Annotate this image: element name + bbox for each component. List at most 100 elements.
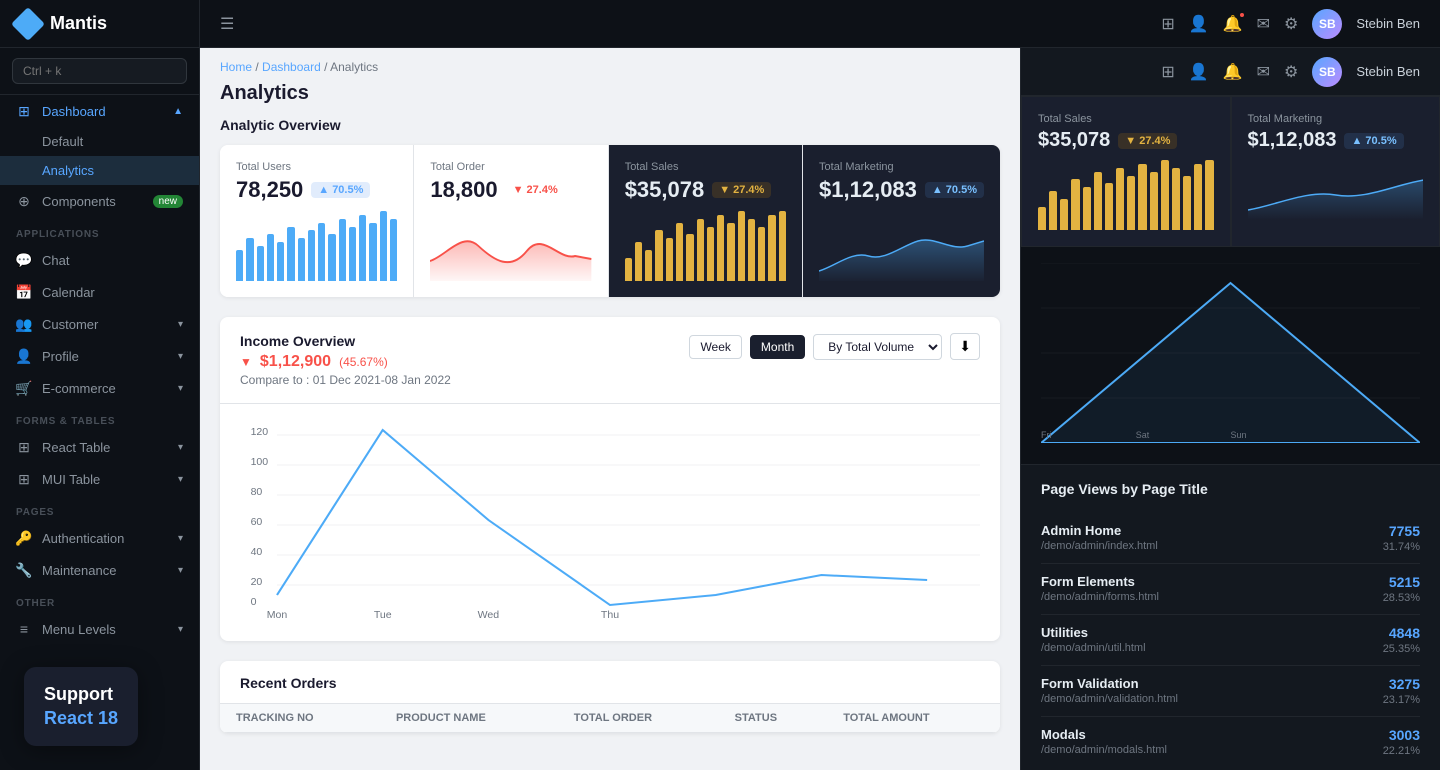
income-line-chart: 120 100 80 60 40 20 0 <box>240 420 980 620</box>
rp-chart-marketing <box>1248 160 1424 225</box>
app-logo[interactable]: Mantis <box>0 0 199 48</box>
pv-info-4: Modals /demo/admin/modals.html <box>1041 727 1167 756</box>
rp-bell-icon[interactable]: 🔔 <box>1223 62 1243 82</box>
sidebar-label-calendar: Calendar <box>42 285 95 300</box>
sidebar-item-authentication[interactable]: 🔑 Authentication ▾ <box>0 522 199 554</box>
download-btn[interactable]: ⬇ <box>950 333 980 360</box>
orders-title: Recent Orders <box>220 661 1000 704</box>
auth-icon: 🔑 <box>16 530 32 546</box>
breadcrumb: Home / Dashboard / Analytics <box>200 48 1020 78</box>
stat-chart-sales <box>625 211 786 281</box>
svg-text:Wed: Wed <box>478 610 500 620</box>
sidebar-item-chat[interactable]: 💬 Chat <box>0 244 199 276</box>
pv-count-3: 3275 <box>1383 676 1420 692</box>
section-label-forms: Forms & Tables <box>0 404 199 431</box>
main-area: ☰ ⊞ 👤 🔔 ✉ ⚙ SB Stebin Ben Home / Dashboa… <box>200 0 1440 770</box>
sidebar-item-calendar[interactable]: 📅 Calendar <box>0 276 199 308</box>
pv-title-1: Form Elements <box>1041 574 1159 589</box>
stat-value-sales: $35,078 ▼ 27.4% <box>625 177 786 203</box>
svg-text:Sun: Sun <box>1231 430 1247 440</box>
sidebar-item-ecommerce[interactable]: 🛒 E-commerce ▾ <box>0 372 199 404</box>
notification-icon[interactable]: 🔔 <box>1223 14 1243 34</box>
breadcrumb-dashboard[interactable]: Dashboard <box>262 60 321 74</box>
topbar: ☰ ⊞ 👤 🔔 ✉ ⚙ SB Stebin Ben <box>200 0 1440 48</box>
stats-row: Total Users 78,250 ▲ 70.5% Total Order 1… <box>220 145 1000 297</box>
rp-badge-sales: ▼ 27.4% <box>1118 133 1177 149</box>
sidebar-label-default: Default <box>42 134 83 149</box>
stat-value-users: 78,250 ▲ 70.5% <box>236 177 397 203</box>
rp-settings-icon[interactable]: ⚙ <box>1284 62 1298 82</box>
col-total-amount: TOTAL AMOUNT <box>827 704 1000 733</box>
dark-chart-section: Fri Sat Sun <box>1021 247 1440 465</box>
notification-badge <box>1238 11 1246 19</box>
stat-badge-users: ▲ 70.5% <box>311 182 370 198</box>
pv-pct-4: 22.21% <box>1383 745 1420 757</box>
svg-text:Thu: Thu <box>601 610 619 620</box>
stat-label-sales: Total Sales <box>625 161 786 173</box>
avatar[interactable]: SB <box>1312 9 1342 39</box>
chevron-down-icon-7: ▾ <box>178 565 183 576</box>
svg-text:100: 100 <box>251 457 269 468</box>
rp-avatar[interactable]: SB <box>1312 57 1342 87</box>
sidebar-item-profile[interactable]: 👤 Profile ▾ <box>0 340 199 372</box>
sidebar-label-components: Components <box>42 194 116 209</box>
menu-levels-icon: ≡ <box>16 621 32 637</box>
grid-icon[interactable]: ⊞ <box>1161 14 1174 34</box>
settings-icon[interactable]: ⚙ <box>1284 14 1298 34</box>
rp-mail-icon[interactable]: ✉ <box>1257 62 1270 82</box>
customer-icon: 👥 <box>16 316 32 332</box>
support-badge[interactable]: Support React 18 <box>24 667 138 746</box>
sidebar-item-dashboard[interactable]: ⊞ Dashboard ▲ <box>0 95 199 127</box>
pv-title-0: Admin Home <box>1041 523 1158 538</box>
sidebar-label-maintenance: Maintenance <box>42 563 116 578</box>
pv-pct-1: 28.53% <box>1383 592 1420 604</box>
month-btn[interactable]: Month <box>750 335 805 359</box>
stat-card-marketing: Total Marketing $1,12,083 ▲ 70.5% <box>803 145 1000 297</box>
search-input[interactable] <box>12 58 187 84</box>
rp-stat-marketing: Total Marketing $1,12,083 ▲ 70.5% <box>1231 96 1440 247</box>
svg-text:60: 60 <box>251 517 263 528</box>
user-switch-icon[interactable]: 👤 <box>1189 14 1209 34</box>
sidebar-item-analytics[interactable]: Analytics <box>0 156 199 185</box>
sidebar-label-analytics: Analytics <box>42 163 94 178</box>
sidebar-item-mui-table[interactable]: ⊞ MUI Table ▾ <box>0 463 199 495</box>
pv-stats-3: 3275 23.17% <box>1383 676 1420 706</box>
breadcrumb-home[interactable]: Home <box>220 60 252 74</box>
mail-icon[interactable]: ✉ <box>1257 14 1270 34</box>
col-total-order: TOTAL ORDER <box>558 704 719 733</box>
chevron-up-icon: ▲ <box>173 106 183 117</box>
volume-select[interactable]: By Total Volume <box>813 334 942 360</box>
chevron-down-icon-4: ▾ <box>178 442 183 453</box>
sidebar-label-chat: Chat <box>42 253 69 268</box>
rp-badge-marketing: ▲ 70.5% <box>1344 133 1403 149</box>
sidebar-item-customer[interactable]: 👥 Customer ▾ <box>0 308 199 340</box>
sidebar-item-maintenance[interactable]: 🔧 Maintenance ▾ <box>0 554 199 586</box>
support-line1: Support <box>44 683 118 706</box>
pv-info-3: Form Validation /demo/admin/validation.h… <box>1041 676 1178 705</box>
page-view-item-1: Form Elements /demo/admin/forms.html 521… <box>1041 564 1420 615</box>
sidebar-item-react-table[interactable]: ⊞ React Table ▾ <box>0 431 199 463</box>
stat-badge-orders: ▼ 27.4% <box>506 182 565 198</box>
section-label-pages: Pages <box>0 495 199 522</box>
sidebar-item-menu-levels[interactable]: ≡ Menu Levels ▾ <box>0 613 199 645</box>
rp-stat-sales: Total Sales $35,078 ▼ 27.4% <box>1021 96 1231 247</box>
mui-table-icon: ⊞ <box>16 471 32 487</box>
sidebar-item-components[interactable]: ⊕ Components new <box>0 185 199 217</box>
svg-text:Fri: Fri <box>1041 430 1051 440</box>
pv-title-3: Form Validation <box>1041 676 1178 691</box>
stat-label-orders: Total Order <box>430 161 591 173</box>
rp-user-icon[interactable]: 👤 <box>1189 62 1209 82</box>
hamburger-icon[interactable]: ☰ <box>220 14 234 34</box>
page-view-item-0: Admin Home /demo/admin/index.html 7755 3… <box>1041 513 1420 564</box>
col-status: STATUS <box>719 704 828 733</box>
stat-badge-marketing: ▲ 70.5% <box>925 182 984 198</box>
page-title: Analytics <box>200 78 1020 117</box>
week-btn[interactable]: Week <box>689 335 741 359</box>
support-line2: React 18 <box>44 707 118 730</box>
svg-text:40: 40 <box>251 547 263 558</box>
pv-count-4: 3003 <box>1383 727 1420 743</box>
income-amount: $1,12,900 <box>260 353 331 371</box>
components-icon: ⊕ <box>16 193 32 209</box>
rp-grid-icon[interactable]: ⊞ <box>1161 62 1174 82</box>
sidebar-item-default[interactable]: Default <box>0 127 199 156</box>
